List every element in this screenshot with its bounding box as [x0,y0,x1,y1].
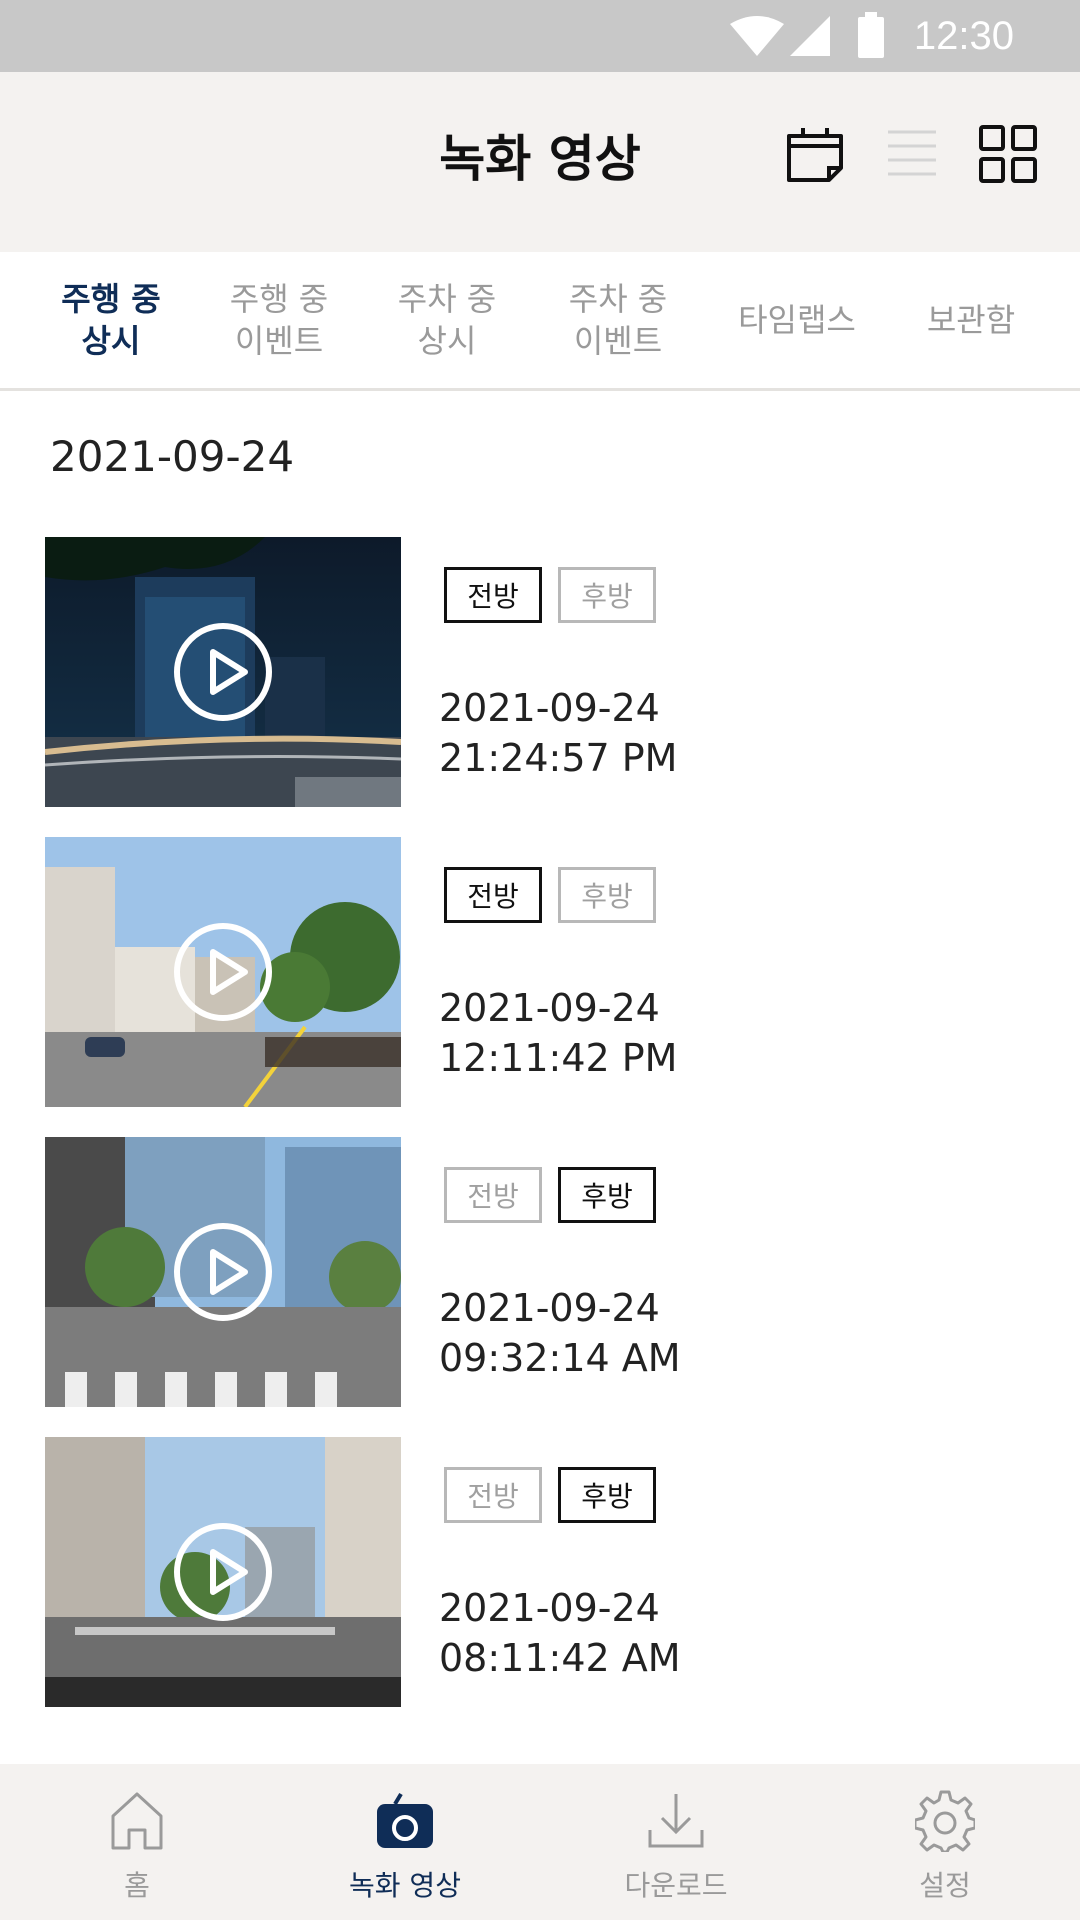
front-camera-badge[interactable]: 전방 [444,867,542,923]
rear-camera-badge[interactable]: 후방 [558,1167,656,1223]
front-camera-badge[interactable]: 전방 [444,1167,542,1223]
dashcam-icon [377,1792,433,1848]
wifi-icon [730,16,784,56]
nav-settings[interactable]: 설정 [845,1764,1045,1920]
video-thumbnail[interactable] [45,1437,401,1707]
play-icon[interactable] [173,922,273,1022]
front-camera-badge[interactable]: 전방 [444,1467,542,1523]
nav-recordings[interactable]: 녹화 영상 [305,1764,505,1920]
nav-download[interactable]: 다운로드 [576,1764,776,1920]
video-timestamp: 2021-09-24 21:24:57 PM [439,683,677,783]
video-list-item[interactable]: 전방 후방 2021-09-24 09:32:14 AM [45,1137,1035,1407]
video-date: 2021-09-24 [439,1286,660,1330]
video-time: 09:32:14 AM [439,1336,681,1380]
bottom-navigation: 홈 녹화 영상 다운로드 설정 [0,1764,1080,1920]
video-timestamp: 2021-09-24 09:32:14 AM [439,1283,681,1383]
video-date: 2021-09-24 [439,686,660,730]
date-group-header: 2021-09-24 [50,432,295,481]
video-thumbnail[interactable] [45,1137,401,1407]
status-time: 12:30 [913,14,1014,58]
video-date: 2021-09-24 [439,986,660,1030]
video-time: 12:11:42 PM [439,1036,678,1080]
play-icon[interactable] [173,622,273,722]
video-timestamp: 2021-09-24 12:11:42 PM [439,983,677,1083]
nav-home[interactable]: 홈 [37,1764,237,1920]
play-icon[interactable] [173,1522,273,1622]
video-list-item[interactable]: 전방 후방 2021-09-24 21:24:57 PM [45,537,1035,807]
tab-driving-event[interactable]: 주행 중 이벤트 [204,252,354,388]
grid-view-icon[interactable] [978,124,1038,184]
video-date: 2021-09-24 [439,1586,660,1630]
video-list-item[interactable]: 전방 후방 2021-09-24 12:11:42 PM [45,837,1035,1107]
list-view-icon[interactable] [882,124,942,184]
nav-home-label: 홈 [124,1869,150,1902]
video-list-item[interactable]: 전방 후방 2021-09-24 08:11:42 AM [45,1437,1035,1707]
signal-icon [790,16,830,56]
tab-timelapse[interactable]: 타임랩스 [722,252,872,388]
rear-camera-badge[interactable]: 후방 [558,1467,656,1523]
video-thumbnail[interactable] [45,537,401,807]
nav-settings-label: 설정 [919,1869,971,1902]
nav-recordings-label: 녹화 영상 [349,1869,461,1902]
calendar-icon[interactable] [785,124,845,184]
nav-download-label: 다운로드 [624,1869,728,1902]
top-bar: 녹화 영상 [0,72,1080,252]
tab-archive[interactable]: 보관함 [896,252,1046,388]
play-icon[interactable] [173,1222,273,1322]
video-time: 21:24:57 PM [439,736,678,780]
tab-driving-continuous[interactable]: 주행 중 상시 [36,252,186,388]
status-bar: 12:30 [0,0,1080,72]
tab-parking-continuous[interactable]: 주차 중 상시 [372,252,522,388]
video-timestamp: 2021-09-24 08:11:42 AM [439,1583,681,1683]
rear-camera-badge[interactable]: 후방 [558,867,656,923]
category-tabs: 주행 중 상시 주행 중 이벤트 주차 중 상시 주차 중 이벤트 타임랩스 보… [0,252,1080,391]
home-icon [111,1792,163,1850]
settings-gear-icon [915,1790,975,1852]
video-thumbnail[interactable] [45,837,401,1107]
tab-parking-event[interactable]: 주차 중 이벤트 [543,252,693,388]
front-camera-badge[interactable]: 전방 [444,567,542,623]
battery-icon [858,12,884,58]
rear-camera-badge[interactable]: 후방 [558,567,656,623]
video-time: 08:11:42 AM [439,1636,681,1680]
download-icon [648,1794,704,1848]
